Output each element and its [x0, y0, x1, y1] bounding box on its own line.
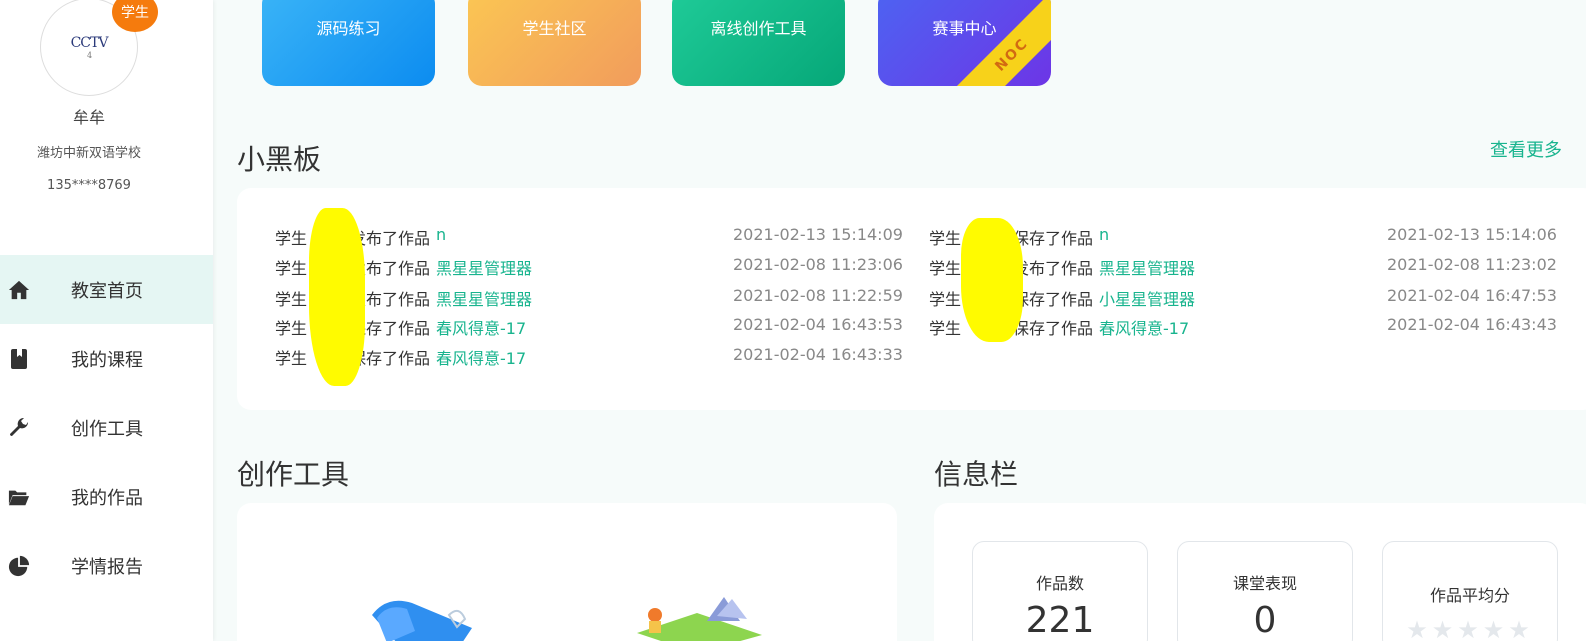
- sidebar-nav: 教室首页 我的课程 创作工具 我的作品 学情报告: [0, 255, 213, 600]
- info-title: 信息栏: [934, 458, 1019, 491]
- activity-prefix: 学生: [929, 319, 962, 338]
- sidebar-item-label: 我的课程: [71, 349, 143, 371]
- activity-prefix: 学生: [275, 229, 308, 248]
- tile-label: 离线创作工具: [710, 19, 807, 38]
- student-community-tile[interactable]: 学生社区: [468, 0, 641, 86]
- activity-action: 发布了作品: [1013, 259, 1094, 278]
- activity-time: 2021-02-08 11:22:59: [733, 286, 903, 305]
- star-icon: ★: [1482, 616, 1509, 641]
- activity-time: 2021-02-04 16:43:43: [1387, 315, 1557, 334]
- avatar-logo: CCTV 4: [70, 34, 109, 60]
- source-practice-tile[interactable]: 源码练习: [262, 0, 435, 86]
- sidebar-item-home[interactable]: 教室首页: [0, 255, 213, 324]
- stat-class: 课堂表现 0: [1177, 541, 1353, 641]
- sidebar-item-label: 学情报告: [71, 556, 143, 578]
- tile-label: 赛事中心: [932, 19, 997, 38]
- rating-stars: ★★★★★: [1383, 616, 1557, 641]
- sidebar-item-tools[interactable]: 创作工具: [0, 393, 213, 462]
- user-phone: 135****8769: [47, 178, 131, 193]
- home-icon: [8, 279, 30, 301]
- activity-prefix: 学生: [275, 290, 308, 309]
- activity-time: 2021-02-13 15:14:06: [1387, 225, 1557, 244]
- stat-label: 课堂表现: [1232, 574, 1297, 593]
- activity-time: 2021-02-04 16:47:53: [1387, 286, 1557, 305]
- activity-prefix: 学生: [929, 229, 962, 248]
- activity-action: 保存了作品: [1013, 290, 1094, 309]
- activity-time: 2021-02-13 15:14:09: [733, 225, 903, 244]
- activity-prefix: 学生: [275, 259, 308, 278]
- activity-prefix: 学生: [275, 349, 308, 368]
- stat-label: 作品平均分: [1429, 586, 1510, 605]
- contest-center-tile[interactable]: 赛事中心 NOC: [878, 0, 1051, 86]
- stat-value: 0: [1253, 600, 1277, 641]
- sidebar-item-label: 创作工具: [71, 418, 143, 440]
- redaction-mark: [309, 208, 365, 386]
- activity-time: 2021-02-08 11:23:02: [1387, 255, 1557, 274]
- activity-time: 2021-02-04 16:43:53: [733, 315, 903, 334]
- redaction-mark: [961, 218, 1023, 342]
- sidebar-item-label: 我的作品: [71, 487, 143, 509]
- folder-icon: [8, 486, 30, 508]
- tools-title: 创作工具: [237, 458, 350, 491]
- noc-ribbon: NOC: [946, 0, 1051, 86]
- stat-value: 221: [1025, 600, 1095, 641]
- star-icon: ★: [1508, 616, 1534, 641]
- activity-action: 保存了作品: [1013, 319, 1094, 338]
- tools-panel: [237, 503, 897, 641]
- tile-label: 学生社区: [522, 19, 587, 38]
- work-link[interactable]: 黑星星管理器: [436, 286, 532, 312]
- blackboard-panel: 学生 发布了作品 n 2021-02-13 15:14:09 学生 发布了作品 黑星星管…: [237, 188, 1586, 410]
- sidebar: CCTV 4 学生 牟牟 潍坊中新双语学校 135****8769 教室首页 我的…: [0, 0, 213, 641]
- star-icon: ★: [1431, 616, 1458, 641]
- user-name: 牟牟: [72, 108, 105, 127]
- work-link[interactable]: 春风得意-17: [1099, 315, 1189, 341]
- work-link[interactable]: 小星星管理器: [1099, 286, 1195, 312]
- user-school: 潍坊中新双语学校: [36, 146, 141, 161]
- book-icon: [8, 348, 30, 370]
- wrench-icon: [8, 417, 30, 439]
- work-link[interactable]: 黑星星管理器: [436, 255, 532, 281]
- stat-average-score: 作品平均分 ★★★★★: [1382, 541, 1558, 641]
- work-link[interactable]: n: [436, 225, 446, 251]
- blackboard-title: 小黑板: [237, 143, 322, 176]
- activity-prefix: 学生: [929, 290, 962, 309]
- work-link[interactable]: 黑星星管理器: [1099, 255, 1195, 281]
- sidebar-item-courses[interactable]: 我的课程: [0, 324, 213, 393]
- tile-label: 源码练习: [316, 19, 381, 38]
- star-icon: ★: [1406, 616, 1432, 641]
- activity-time: 2021-02-08 11:23:06: [733, 255, 903, 274]
- view-more-link[interactable]: 查看更多: [1490, 136, 1562, 162]
- sidebar-item-label: 教室首页: [71, 280, 143, 302]
- work-link[interactable]: n: [1099, 225, 1109, 251]
- work-link[interactable]: 春风得意-17: [436, 345, 526, 371]
- pie-chart-icon: [8, 555, 30, 577]
- tool-illustration-right: [637, 597, 762, 641]
- stat-label: 作品数: [1035, 574, 1084, 593]
- star-icon: ★: [1457, 616, 1483, 641]
- offline-tools-tile[interactable]: 离线创作工具: [672, 0, 845, 86]
- activity-prefix: 学生: [275, 319, 308, 338]
- tools-illustration: [372, 597, 762, 641]
- activity-action: 保存了作品: [1013, 229, 1094, 248]
- activity-time: 2021-02-04 16:43:33: [733, 345, 903, 364]
- work-link[interactable]: 春风得意-17: [436, 315, 526, 341]
- sidebar-item-report[interactable]: 学情报告: [0, 531, 213, 600]
- activity-prefix: 学生: [929, 259, 962, 278]
- tool-illustration-left: [372, 600, 472, 641]
- sidebar-item-works[interactable]: 我的作品: [0, 462, 213, 531]
- info-panel: 作品数 221 课堂表现 0 作品平均分 ★★★★★: [934, 503, 1586, 641]
- stat-works: 作品数 221: [972, 541, 1148, 641]
